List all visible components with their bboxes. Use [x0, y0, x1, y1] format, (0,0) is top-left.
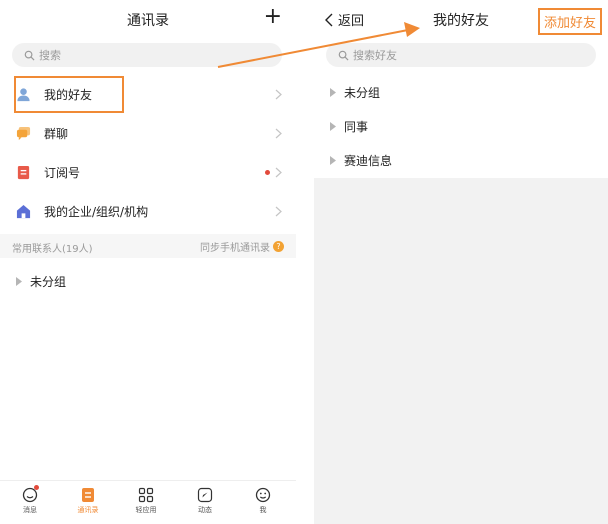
search-icon: [24, 50, 35, 61]
my-friends-screen: 返回 我的好友 添加好友 搜索好友 未分组 同事 赛迪信息: [314, 0, 608, 524]
friends-header: 返回 我的好友 添加好友: [314, 0, 608, 38]
search-friends-input[interactable]: 搜索好友: [326, 43, 596, 67]
search-input[interactable]: 搜索: [12, 43, 282, 67]
tab-light-apps[interactable]: 轻应用: [126, 487, 166, 515]
group-label: 未分组: [344, 85, 381, 100]
group-ungrouped[interactable]: 未分组: [0, 268, 296, 294]
row-label: 我的企业/组织/机构: [44, 205, 149, 219]
tab-me[interactable]: 我: [243, 487, 283, 515]
row-label: 群聊: [44, 127, 69, 141]
chevron-right-icon: [275, 206, 282, 217]
highlight-box: [14, 76, 124, 113]
page-title: 通讯录: [127, 13, 169, 29]
group-colleagues[interactable]: 同事: [314, 113, 608, 139]
tab-moments[interactable]: 动态: [185, 487, 225, 515]
triangle-right-icon: [330, 87, 336, 97]
help-icon[interactable]: ?: [273, 241, 284, 252]
sync-contacts-link[interactable]: 同步手机通讯录 ?: [200, 239, 284, 254]
add-friend-button[interactable]: 添加好友: [537, 8, 602, 35]
tab-label: 轻应用: [135, 506, 157, 514]
group-saidi-info[interactable]: 赛迪信息: [314, 147, 608, 173]
row-group-chat[interactable]: 群聊: [0, 114, 296, 153]
add-plus-button[interactable]: +: [264, 6, 282, 28]
tab-label: 我: [259, 506, 267, 514]
triangle-right-icon: [16, 276, 22, 286]
panel-divider: [296, 0, 314, 524]
group-label: 赛迪信息: [344, 153, 393, 168]
chevron-right-icon: [275, 128, 282, 139]
search-placeholder: 搜索好友: [353, 49, 397, 62]
chevron-right-icon: [275, 167, 282, 178]
tab-label: 消息: [23, 506, 37, 514]
tab-bar: 消息 通讯录 轻应用 动态 我: [0, 480, 296, 524]
chevron-right-icon: [275, 89, 282, 100]
empty-area: [314, 178, 608, 524]
row-my-enterprise[interactable]: 我的企业/组织/机构: [0, 192, 296, 231]
group-label: 未分组: [30, 274, 67, 289]
contacts-header: 通讯录 +: [0, 0, 296, 38]
group-ungrouped[interactable]: 未分组: [314, 79, 608, 105]
row-label: 订阅号: [44, 166, 81, 180]
group-label: 同事: [344, 119, 369, 134]
tab-contacts[interactable]: 通讯录: [68, 487, 108, 515]
chat-bubbles-icon: [16, 126, 31, 141]
sync-label: 同步手机通讯录: [200, 243, 270, 254]
tab-messages[interactable]: 消息: [10, 485, 50, 515]
frequent-contacts-header: 常用联系人(19人) 同步手机通讯录 ?: [0, 234, 296, 258]
unread-dot: [265, 170, 270, 175]
triangle-right-icon: [330, 121, 336, 131]
search-placeholder: 搜索: [39, 49, 61, 62]
message-badge: [34, 485, 39, 490]
compass-icon: [197, 487, 213, 503]
tab-label: 通讯录: [77, 506, 99, 514]
bookmark-icon: [17, 165, 30, 180]
search-icon: [338, 50, 349, 61]
section-title: 常用联系人(19人): [12, 244, 93, 255]
smiley-icon: [255, 487, 271, 503]
home-icon: [16, 204, 31, 219]
contacts-screen: 通讯录 + 搜索 我的好友 群聊 订阅号 我的企业/组织/机构 常用联系人(19…: [0, 0, 296, 524]
apps-grid-icon: [138, 487, 154, 503]
tab-label: 动态: [198, 506, 212, 514]
triangle-right-icon: [330, 155, 336, 165]
row-subscriptions[interactable]: 订阅号: [0, 153, 296, 192]
contacts-icon: [82, 488, 94, 502]
